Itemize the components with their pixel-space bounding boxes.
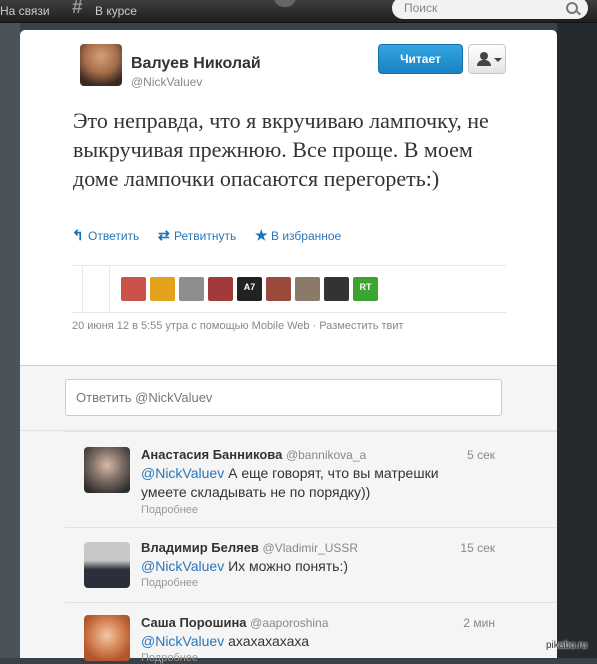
- reply-author[interactable]: Владимир Беляев @Vladimir_USSR: [141, 540, 358, 555]
- divider: [72, 312, 506, 313]
- top-bar: На связи # В курсе Поиск: [0, 0, 597, 23]
- list-item[interactable]: Саша Порошина @aaporoshina 2 мин @NickVa…: [65, 602, 557, 664]
- details-link[interactable]: Подробнее: [141, 652, 198, 664]
- reply-author-name: Саша Порошина: [141, 615, 247, 630]
- nav-discover-link[interactable]: В курсе: [95, 4, 137, 18]
- user-name[interactable]: Валуев Николай: [131, 55, 261, 73]
- nav-connect-link[interactable]: На связи: [0, 4, 50, 18]
- left-background: [0, 23, 20, 658]
- following-button[interactable]: Читает: [378, 44, 463, 74]
- details-link[interactable]: Подробнее: [141, 504, 198, 516]
- avatar[interactable]: [84, 615, 130, 661]
- favorite-button[interactable]: ★ В избранное: [255, 227, 341, 244]
- reply-body: Их можно понять:): [224, 558, 349, 574]
- favorited-user-avatar[interactable]: [324, 277, 349, 301]
- search-input[interactable]: Поиск: [392, 0, 588, 19]
- reply-author-name: Анастасия Банникова: [141, 447, 283, 462]
- avatar[interactable]: [84, 447, 130, 493]
- favorite-label: В избранное: [271, 229, 342, 243]
- list-item[interactable]: Анастасия Банникова @bannikova_a 5 сек @…: [65, 431, 557, 528]
- avatar[interactable]: [84, 542, 130, 588]
- user-actions-button[interactable]: [468, 44, 506, 74]
- favorited-user-avatar[interactable]: [266, 277, 291, 301]
- star-icon: ★: [255, 227, 268, 243]
- mention-link[interactable]: @NickValuev: [141, 558, 224, 574]
- reply-author[interactable]: Саша Порошина @aaporoshina: [141, 615, 328, 630]
- tweet-meta: 20 июня 12 в 5:55 утра с помощью Mobile …: [72, 320, 404, 332]
- reply-text: @NickValuev Их можно понять:): [141, 557, 451, 576]
- divider: [109, 266, 111, 312]
- avatar-label: A7: [243, 282, 256, 292]
- favorited-user-avatar[interactable]: [121, 277, 146, 301]
- reply-box-area: Ответить @NickValuev: [20, 366, 557, 431]
- right-background: [557, 23, 597, 658]
- reply-text: @NickValuev А еще говорят, что вы матреш…: [141, 464, 451, 502]
- favorited-user-avatar[interactable]: [295, 277, 320, 301]
- hash-icon: #: [72, 0, 83, 18]
- reply-body: ахахахахаха: [224, 633, 310, 649]
- search-icon[interactable]: [566, 2, 578, 14]
- retweet-label: Ретвитнуть: [174, 229, 237, 243]
- reply-input[interactable]: Ответить @NickValuev: [65, 379, 502, 416]
- search-placeholder: Поиск: [404, 1, 438, 15]
- favorited-user-avatar[interactable]: [150, 277, 175, 301]
- reply-button[interactable]: ↰ Ответить: [72, 227, 139, 244]
- reply-author-handle: @aaporoshina: [250, 616, 329, 630]
- reply-text: @NickValuev ахахахахаха: [141, 632, 451, 651]
- reply-author[interactable]: Анастасия Банникова @bannikova_a: [141, 447, 366, 462]
- reply-label: Ответить: [88, 229, 140, 243]
- avatar-label: RT: [359, 282, 372, 292]
- user-handle[interactable]: @NickValuev: [131, 75, 202, 89]
- mention-link[interactable]: @NickValuev: [141, 465, 224, 481]
- list-item[interactable]: Владимир Беляев @Vladimir_USSR 15 сек @N…: [65, 527, 557, 603]
- reply-time[interactable]: 5 сек: [467, 448, 495, 462]
- reply-icon: ↰: [72, 227, 84, 243]
- avatar[interactable]: [80, 44, 122, 86]
- tweet-card: Валуев Николай @NickValuev Читает Это не…: [20, 30, 557, 365]
- retweet-button[interactable]: ⇄ Ретвитнуть: [158, 227, 236, 244]
- tweet-text: Это неправда, что я вкручиваю лампочку, …: [73, 108, 489, 191]
- mention-link[interactable]: @NickValuev: [141, 633, 224, 649]
- favorited-user-avatar[interactable]: [208, 277, 233, 301]
- divider: [72, 265, 506, 266]
- watermark: pikabu.ru: [546, 640, 588, 651]
- favorited-user-avatar[interactable]: RT: [353, 277, 378, 301]
- divider: [82, 265, 84, 312]
- retweet-icon: ⇄: [158, 227, 170, 243]
- reply-time[interactable]: 2 мин: [463, 616, 495, 630]
- details-link[interactable]: Подробнее: [141, 577, 198, 589]
- reply-time[interactable]: 15 сек: [460, 541, 495, 555]
- user-icon: [477, 52, 491, 66]
- bird-logo-icon[interactable]: [274, 0, 296, 7]
- reply-author-handle: @bannikova_a: [285, 448, 367, 462]
- favorited-user-avatar[interactable]: [179, 277, 204, 301]
- chevron-down-icon: [494, 58, 502, 62]
- favorited-user-avatar[interactable]: A7: [237, 277, 262, 301]
- replies-list: Анастасия Банникова @bannikova_a 5 сек @…: [20, 431, 557, 664]
- reply-author-name: Владимир Беляев: [141, 540, 259, 555]
- reply-author-handle: @Vladimir_USSR: [262, 541, 359, 555]
